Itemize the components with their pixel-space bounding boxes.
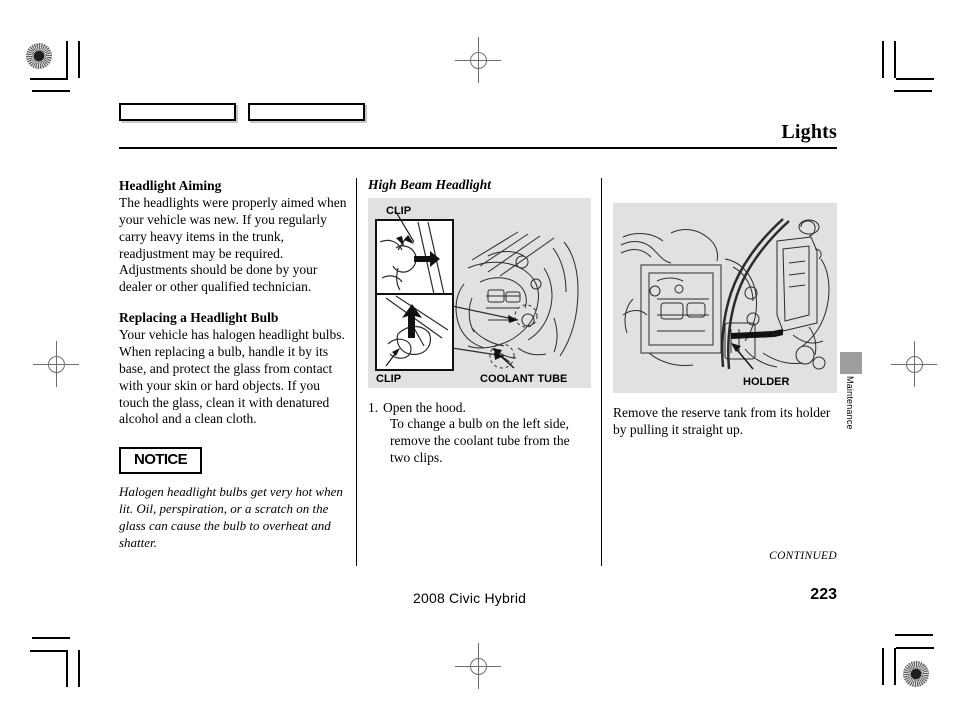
registration-mark-top-left [26,43,52,69]
step-1-line-2: To change a bulb on the left side, remov… [390,416,570,466]
step-1-number: 1. [368,399,379,415]
callout-holder: HOLDER [743,376,790,388]
notice-label: NOTICE [134,451,188,469]
crop-mark-top-left-horizontal [30,78,68,80]
crop-mark-bottom-left-outer-vertical [78,650,80,687]
column-right: HOLDER Remove the reserve tank from its … [613,178,837,439]
text-replacing-bulb: Your vehicle has halogen headlight bulbs… [119,327,345,427]
crop-mark-bottom-right-outer-vertical [882,648,884,685]
text-headlight-aiming: The headlights were properly aimed when … [119,194,347,295]
crop-mark-top-left-vertical [66,41,68,78]
figure-high-beam-headlight: CLIP CLIP COOLANT TUBE [368,197,591,388]
registration-cross-right-middle [891,341,937,387]
high-beam-diagram-svg: CLIP CLIP COOLANT TUBE [375,205,579,385]
figure-reserve-tank-holder: HOLDER [613,203,837,393]
notice-text: Halogen headlight bulbs get very hot whe… [119,484,343,551]
spec-box-left [119,103,236,121]
notice-badge: NOTICE [119,447,203,475]
crop-mark-top-right-outer-horizontal [894,90,932,92]
spec-box-right [248,103,365,121]
footer-page-number: 223 [810,586,837,603]
thumb-tab-label: Maintenance [845,376,855,430]
figure-title-high-beam: High Beam Headlight [368,177,492,192]
continued-label: CONTINUED [769,550,837,562]
column-divider-1 [356,178,357,566]
column-left: Headlight Aiming The headlights were pro… [119,178,347,552]
inset-clip-upper [375,218,454,295]
page-header: Lights [119,122,837,149]
crop-mark-top-left-outer-horizontal [32,90,70,92]
crop-mark-bottom-right-outer-horizontal [896,647,934,649]
crop-mark-bottom-right-vertical [894,648,896,685]
inset-clip-lower [375,292,454,371]
step-1-text: Open the hood. To change a bulb on the l… [383,400,591,468]
registration-cross-left-middle [33,341,79,387]
crop-mark-bottom-left-horizontal [32,637,70,639]
heading-headlight-aiming: Headlight Aiming [119,178,222,193]
crop-mark-bottom-right-horizontal [895,634,933,636]
crop-mark-top-right-vertical [894,41,896,78]
column-divider-2 [601,178,602,566]
crop-mark-top-right-outer-vertical [882,41,884,78]
step-1: 1. Open the hood. To change a bulb on th… [368,400,591,468]
callout-clip-bottom: CLIP [376,373,401,385]
thumb-tab-marker [840,352,862,374]
crop-mark-top-left-outer-vertical [78,41,80,78]
registration-mark-bottom-right [903,661,929,687]
footer-model: 2008 Civic Hybrid [413,590,527,606]
page-title: Lights [781,121,837,143]
header-rule [119,147,837,149]
text-remove-reserve-tank: Remove the reserve tank from its holder … [613,405,831,437]
column-middle: High Beam Headlight CLIP CLIP COOLANT TU… [368,178,591,467]
callout-coolant-tube: COOLANT TUBE [480,373,567,385]
step-1-line-1: Open the hood. [383,399,466,415]
crop-mark-top-right-horizontal [896,78,934,80]
crop-mark-bottom-left-outer-horizontal [30,650,68,652]
registration-cross-top-center [455,37,501,83]
heading-replacing-bulb: Replacing a Headlight Bulb [119,310,279,326]
registration-cross-bottom-center [455,643,501,689]
crop-mark-bottom-left-vertical [66,650,68,687]
holder-diagram-svg: HOLDER [620,218,830,388]
callout-clip-top: CLIP [386,205,411,217]
